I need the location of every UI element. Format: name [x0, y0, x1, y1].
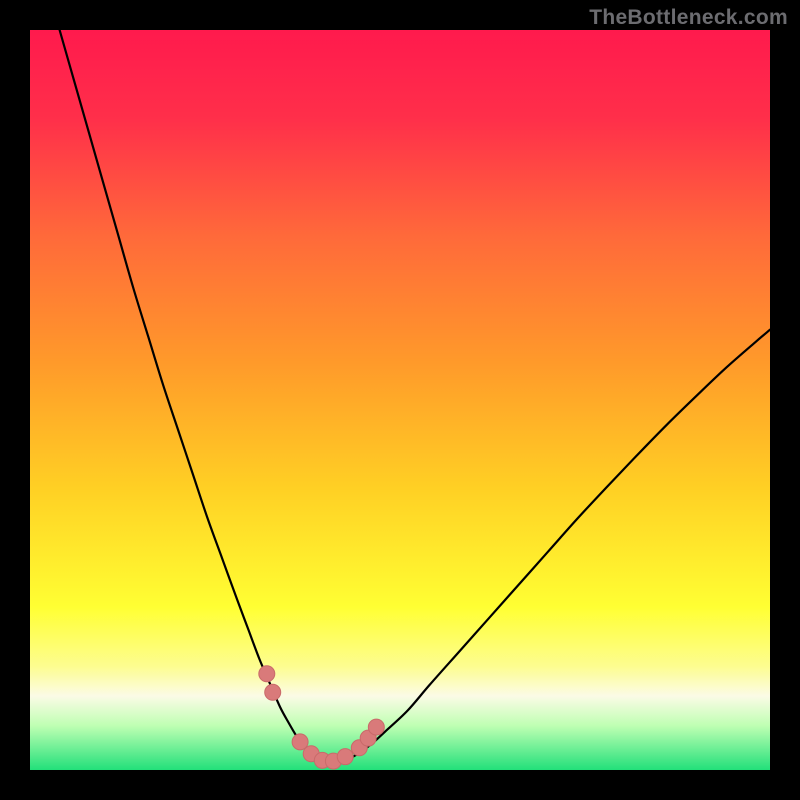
plot-area: [30, 30, 770, 770]
curve-marker: [337, 749, 353, 765]
curve-marker: [265, 684, 281, 700]
curve-marker: [259, 666, 275, 682]
outer-frame: TheBottleneck.com: [0, 0, 800, 800]
curve-markers: [259, 666, 385, 769]
bottleneck-curve: [60, 30, 770, 766]
watermark-text: TheBottleneck.com: [589, 6, 788, 30]
curve-marker: [368, 719, 384, 735]
chart-svg: [30, 30, 770, 770]
